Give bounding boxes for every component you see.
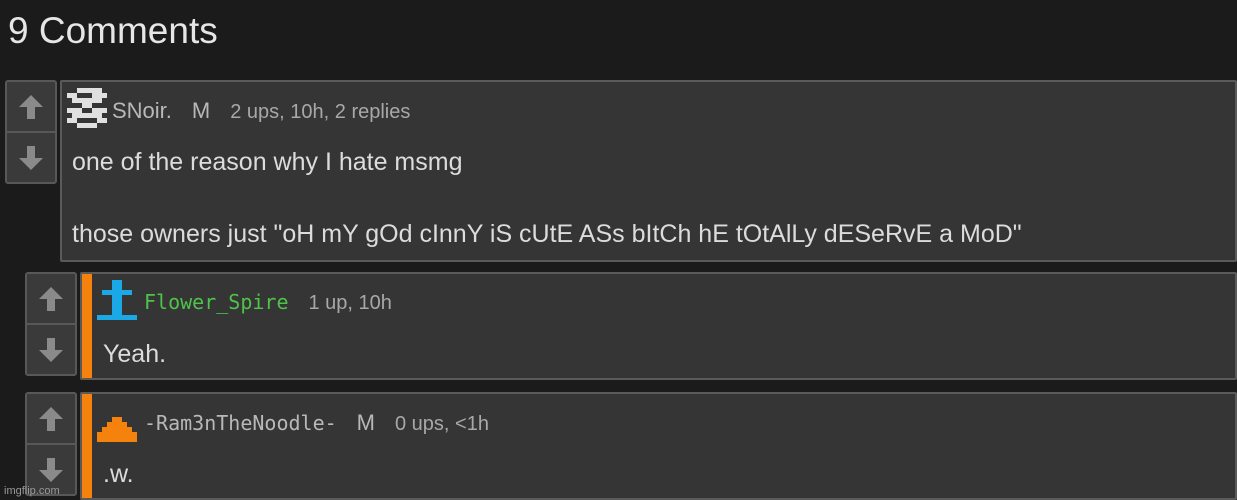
vote-panel [25, 392, 77, 496]
downvote-button[interactable] [27, 325, 75, 374]
arrow-down-icon [19, 145, 43, 170]
arrow-up-icon [19, 94, 43, 119]
pixel-avatar-icon[interactable] [67, 88, 107, 128]
arrow-up-icon [39, 286, 63, 311]
comment-text-line: .w. [103, 460, 134, 488]
reply-indicator-stripe [82, 394, 92, 498]
comment-stats: 0 ups, <1h [394, 413, 489, 435]
upvote-button[interactable] [7, 82, 55, 133]
pixel-pyramid-avatar-icon[interactable] [97, 402, 137, 442]
comment-stats: 2 ups, 10h, 2 replies [230, 101, 411, 123]
comment-body: SNoir. M 2 ups, 10h, 2 replies one of th… [60, 80, 1237, 262]
pixel-cross-avatar-icon[interactable] [97, 280, 137, 320]
arrow-down-icon [39, 337, 63, 362]
comment-text-line: those owners just "oH mY gOd cInnY iS cU… [72, 220, 1022, 248]
arrow-down-icon [39, 457, 63, 482]
vote-panel [25, 272, 77, 376]
comment-text-line: one of the reason why I hate msmg [72, 148, 463, 176]
comment-meta: SNoir. M 2 ups, 10h, 2 replies [112, 98, 410, 124]
vote-panel [5, 80, 57, 184]
upvote-button[interactable] [27, 394, 75, 445]
comment-stats: 1 up, 10h [308, 292, 392, 314]
arrow-up-icon [39, 406, 63, 431]
comment-text-line: Yeah. [103, 340, 167, 368]
comment-body: Flower_Spire 1 up, 10h Yeah. [80, 272, 1237, 380]
comment-meta: Flower_Spire 1 up, 10h [144, 290, 392, 315]
username-link[interactable]: -Ram3nTheNoodle- [144, 411, 337, 435]
imgflip-watermark: imgflip.com [4, 485, 60, 497]
username-link[interactable]: SNoir. [112, 98, 172, 124]
comment-meta: -Ram3nTheNoodle- M 0 ups, <1h [144, 410, 489, 436]
upvote-button[interactable] [27, 274, 75, 325]
downvote-button[interactable] [7, 133, 55, 182]
comments-heading: 9 Comments [8, 10, 218, 51]
reply-indicator-stripe [82, 274, 92, 378]
comment-body: -Ram3nTheNoodle- M 0 ups, <1h .w. [80, 392, 1237, 500]
username-link[interactable]: Flower_Spire [144, 290, 289, 314]
mod-badge: M [356, 410, 375, 435]
mod-badge: M [191, 98, 211, 123]
